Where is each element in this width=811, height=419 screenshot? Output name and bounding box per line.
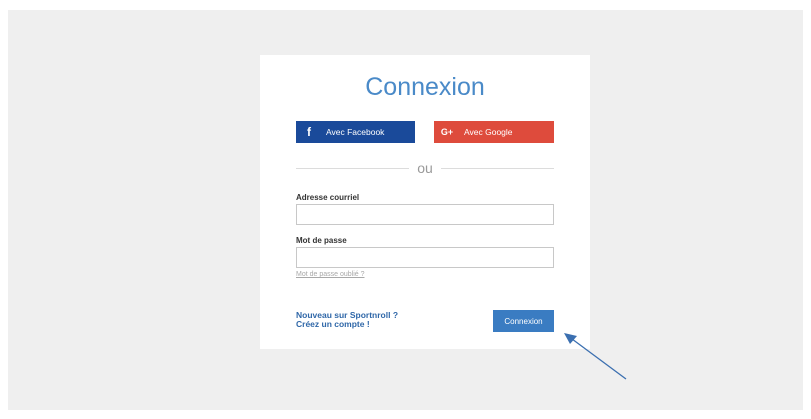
login-submit-button[interactable]: Connexion [493,310,554,332]
create-account-link[interactable]: Nouveau sur Sportnroll ? Créez un compte… [296,311,398,329]
password-label: Mot de passe [296,236,347,245]
google-plus-icon: G+ [440,127,454,137]
google-button-label: Avec Google [464,127,513,137]
forgot-password-link[interactable]: Mot de passe oublié ? [296,271,365,278]
divider-text: ou [417,160,433,176]
facebook-button-label: Avec Facebook [326,127,385,137]
or-divider: ou [296,158,555,178]
pointer-arrow-icon [564,333,627,380]
email-field[interactable] [296,204,554,225]
divider-line-right [440,167,555,169]
signup-line-2: Créez un compte ! [296,319,370,329]
email-label: Adresse courriel [296,193,360,202]
login-title: Connexion [365,73,485,101]
facebook-icon: f [307,125,311,139]
divider-line-left [296,167,410,169]
facebook-login-button[interactable]: f Avec Facebook [296,121,415,143]
google-login-button[interactable]: G+ Avec Google [434,121,554,143]
login-card: Connexion f Avec Facebook G+ Avec Google… [260,55,590,349]
password-field[interactable] [296,247,554,268]
